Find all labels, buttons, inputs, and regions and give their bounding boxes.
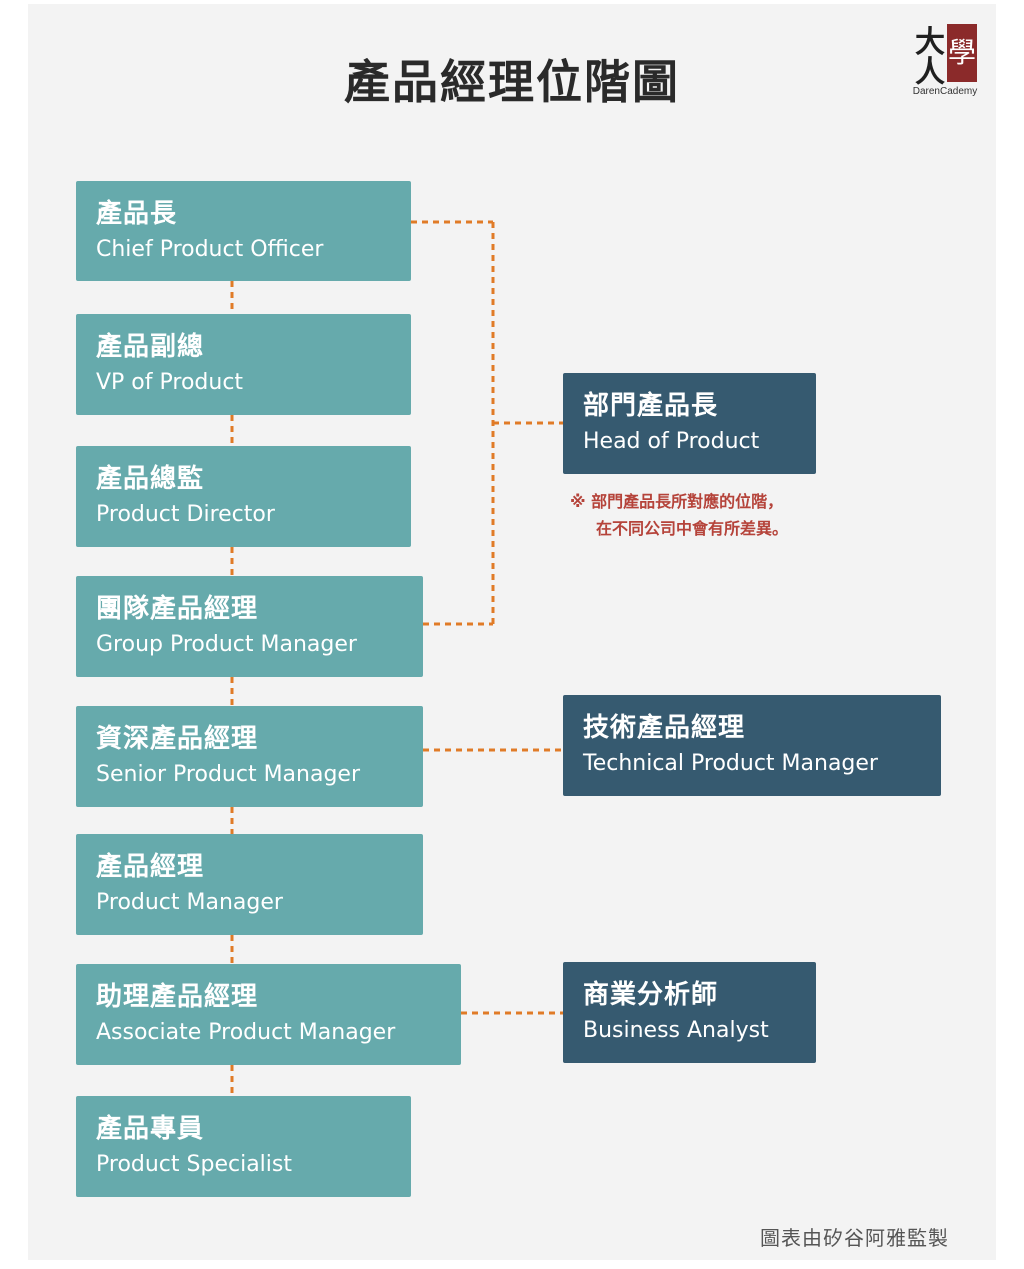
head-of-product-note: ※ 部門產品長所對應的位階， 在不同公司中會有所差異。 xyxy=(570,488,870,542)
box-title-en: Associate Product Manager xyxy=(96,1020,396,1045)
box-title-en: Senior Product Manager xyxy=(96,762,361,787)
box-head-of-product: 部門產品長 Head of Product xyxy=(563,373,816,474)
box-product-director: 產品總監 Product Director xyxy=(76,446,411,547)
box-associate-product-manager: 助理產品經理 Associate Product Manager xyxy=(76,964,461,1065)
box-product-specialist: 產品專員 Product Specialist xyxy=(76,1096,411,1197)
box-title-zh: 產品長 xyxy=(96,199,178,229)
box-title-en: Chief Product Officer xyxy=(96,237,324,262)
box-title-zh: 商業分析師 xyxy=(583,980,719,1010)
note-line-1: ※ 部門產品長所對應的位階， xyxy=(570,492,784,511)
box-group-product-manager: 團隊產品經理 Group Product Manager xyxy=(76,576,423,677)
box-title-zh: 團隊產品經理 xyxy=(96,594,259,624)
box-title-en: Business Analyst xyxy=(583,1018,769,1043)
box-title-zh: 助理產品經理 xyxy=(96,982,259,1012)
note-line-2: 在不同公司中會有所差異。 xyxy=(596,519,789,538)
box-title-zh: 產品總監 xyxy=(96,464,205,494)
box-title-en: Group Product Manager xyxy=(96,632,357,657)
box-title-zh: 產品經理 xyxy=(96,852,205,882)
box-title-en: Product Specialist xyxy=(96,1152,292,1177)
box-title-en: Technical Product Manager xyxy=(583,751,878,776)
box-title-en: VP of Product xyxy=(96,370,244,395)
box-title-zh: 資深產品經理 xyxy=(96,724,259,754)
box-business-analyst: 商業分析師 Business Analyst xyxy=(563,962,816,1063)
box-title-en: Product Director xyxy=(96,502,275,527)
credit-text: 圖表由矽谷阿雅監製 xyxy=(760,1226,949,1250)
box-title-zh: 產品副總 xyxy=(96,332,205,362)
box-vp-of-product: 產品副總 VP of Product xyxy=(76,314,411,415)
box-title-zh: 部門產品長 xyxy=(583,391,719,421)
box-senior-product-manager: 資深產品經理 Senior Product Manager xyxy=(76,706,423,807)
box-title-zh: 產品專員 xyxy=(96,1114,205,1144)
box-title-en: Head of Product xyxy=(583,429,760,454)
box-chief-product-officer: 產品長 Chief Product Officer xyxy=(76,181,411,281)
box-product-manager: 產品經理 Product Manager xyxy=(76,834,423,935)
box-title-zh: 技術產品經理 xyxy=(583,713,746,743)
box-technical-product-manager: 技術產品經理 Technical Product Manager xyxy=(563,695,941,796)
box-title-en: Product Manager xyxy=(96,890,283,915)
